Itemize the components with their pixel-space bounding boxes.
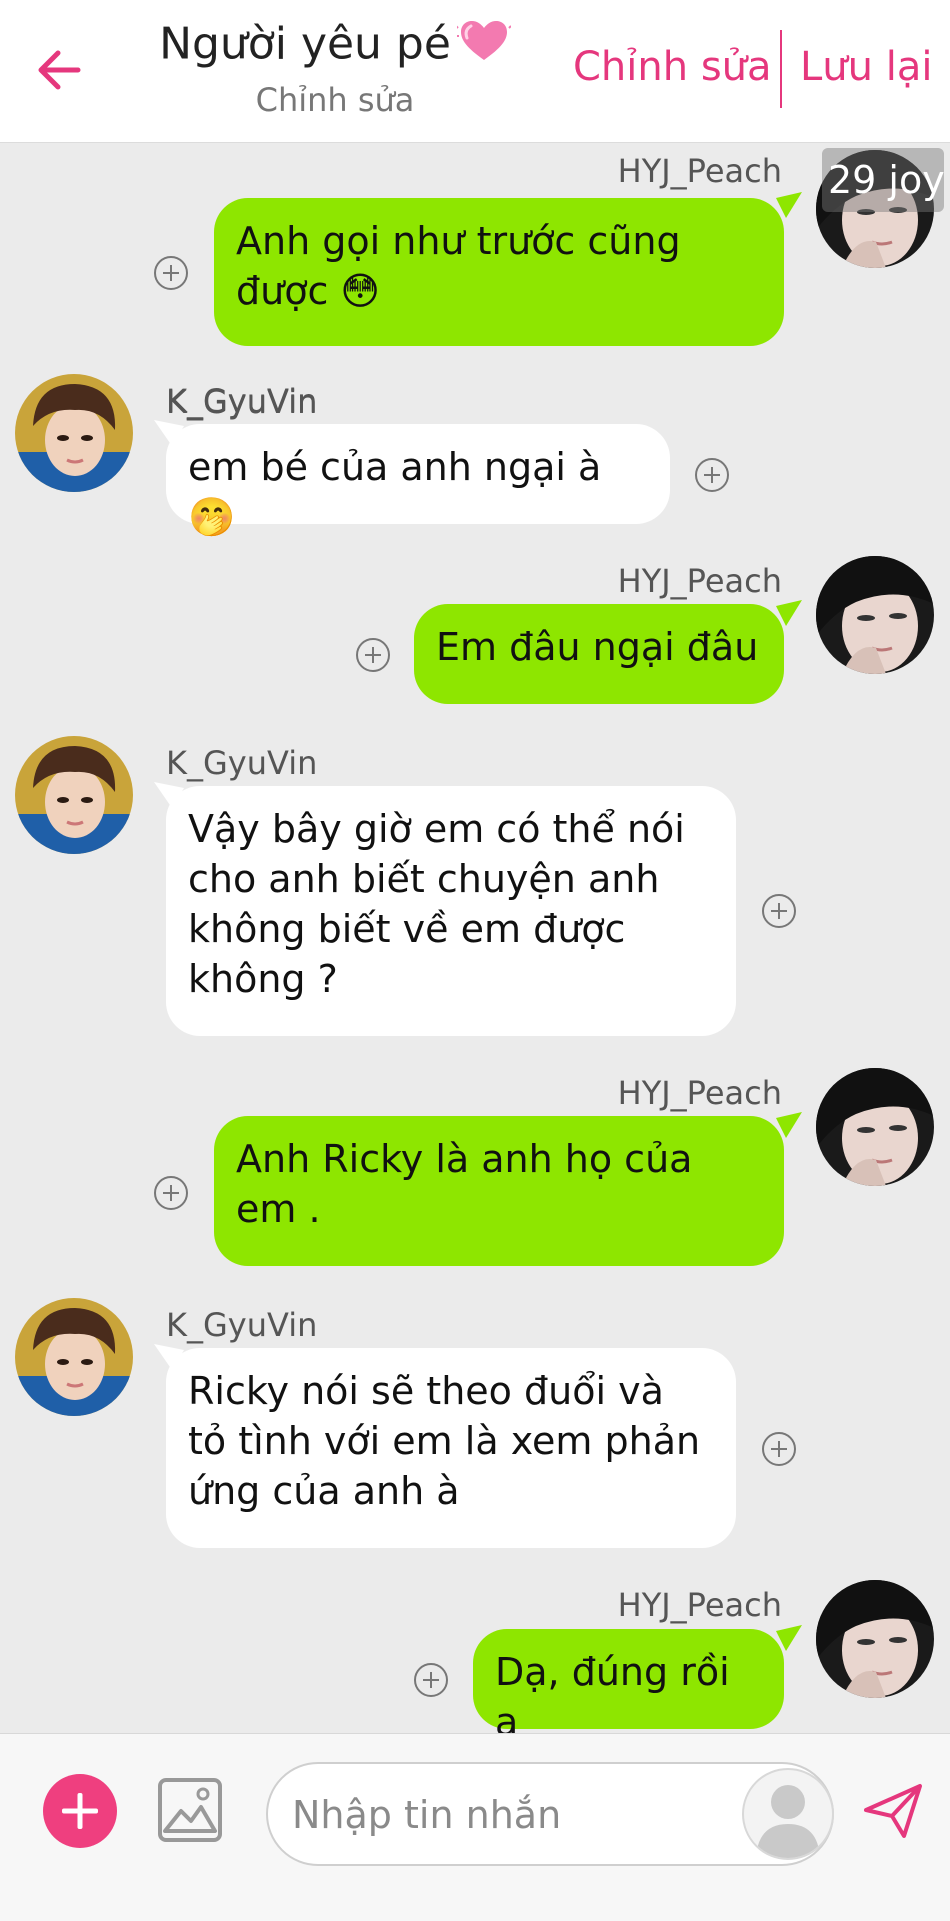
joy-counter-badge: 29 joy bbox=[822, 148, 944, 212]
back-button[interactable] bbox=[30, 40, 90, 100]
message-bubble[interactable]: Dạ, đúng rồi ạ bbox=[473, 1629, 784, 1744]
image-icon bbox=[158, 1778, 222, 1842]
avatar-hyjpeach[interactable] bbox=[816, 1068, 934, 1186]
arrow-left-icon bbox=[38, 50, 81, 90]
message-bubble[interactable]: Anh Ricky là anh họ của em . bbox=[214, 1116, 784, 1266]
send-icon bbox=[864, 1784, 922, 1838]
sender-name: K_GyuVin bbox=[166, 383, 318, 421]
chat-title-row: Người yêu pé bbox=[150, 18, 520, 75]
react-add-button[interactable] bbox=[154, 256, 188, 290]
message-bubble[interactable]: Anh gọi như trước cũng được 😳 bbox=[214, 198, 784, 346]
chat-header: Người yêu pé Chỉnh sửa Chỉnh sửa Lưu lại bbox=[0, 0, 950, 143]
image-button[interactable] bbox=[157, 1777, 223, 1843]
message-bubble[interactable]: em bé của anh ngại à 🤭 bbox=[166, 424, 670, 539]
avatar-kgyuvin[interactable] bbox=[15, 736, 133, 854]
send-button[interactable] bbox=[862, 1780, 924, 1842]
message-row: HYJ_Peach Anh gọi như trước cũng được 😳 bbox=[0, 148, 950, 348]
message-text: Anh Ricky là anh họ của em . bbox=[236, 1137, 693, 1231]
composer-bar bbox=[0, 1733, 950, 1921]
title-block: Người yêu pé Chỉnh sửa bbox=[150, 18, 520, 119]
edit-button[interactable]: Chỉnh sửa bbox=[573, 44, 772, 90]
avatar-kgyuvin[interactable] bbox=[15, 1298, 133, 1416]
message-input-wrapper bbox=[266, 1762, 834, 1866]
header-divider bbox=[780, 30, 782, 108]
message-bubble[interactable]: Vậy bây giờ em có thể nói cho anh biết c… bbox=[166, 786, 736, 1036]
avatar-hyjpeach[interactable] bbox=[816, 1580, 934, 1698]
message-text: Ricky nói sẽ theo đuổi và tỏ tình với em… bbox=[188, 1369, 701, 1513]
message-text: Em đâu ngại đâu bbox=[436, 625, 759, 669]
person-icon bbox=[756, 1785, 820, 1858]
message-text: Anh gọi như trước cũng được 😳 bbox=[236, 219, 681, 313]
save-button[interactable]: Lưu lại bbox=[800, 44, 932, 90]
react-add-button[interactable] bbox=[762, 894, 796, 928]
message-input[interactable] bbox=[290, 1784, 734, 1846]
react-add-button[interactable] bbox=[356, 638, 390, 672]
react-add-button[interactable] bbox=[695, 458, 729, 492]
chat-title: Người yêu pé bbox=[159, 18, 451, 70]
message-text: Vậy bây giờ em có thể nói cho anh biết c… bbox=[188, 807, 685, 1001]
react-add-button[interactable] bbox=[762, 1432, 796, 1466]
message-bubble[interactable]: Em đâu ngại đâu bbox=[414, 604, 784, 704]
sender-name: HYJ_Peach bbox=[617, 152, 782, 190]
avatar-hyjpeach[interactable] bbox=[816, 556, 934, 674]
message-bubble[interactable]: Ricky nói sẽ theo đuổi và tỏ tình với em… bbox=[166, 1348, 736, 1548]
react-add-button[interactable] bbox=[154, 1176, 188, 1210]
avatar-kgyuvin[interactable] bbox=[15, 374, 133, 492]
bubble-tail bbox=[776, 192, 802, 218]
heart-icon bbox=[454, 18, 512, 75]
character-select-button[interactable] bbox=[742, 1768, 834, 1860]
add-button[interactable] bbox=[43, 1774, 117, 1848]
avatar[interactable] bbox=[15, 517, 133, 635]
chat-subtitle: Chỉnh sửa bbox=[255, 81, 415, 119]
react-add-button[interactable] bbox=[414, 1663, 448, 1697]
